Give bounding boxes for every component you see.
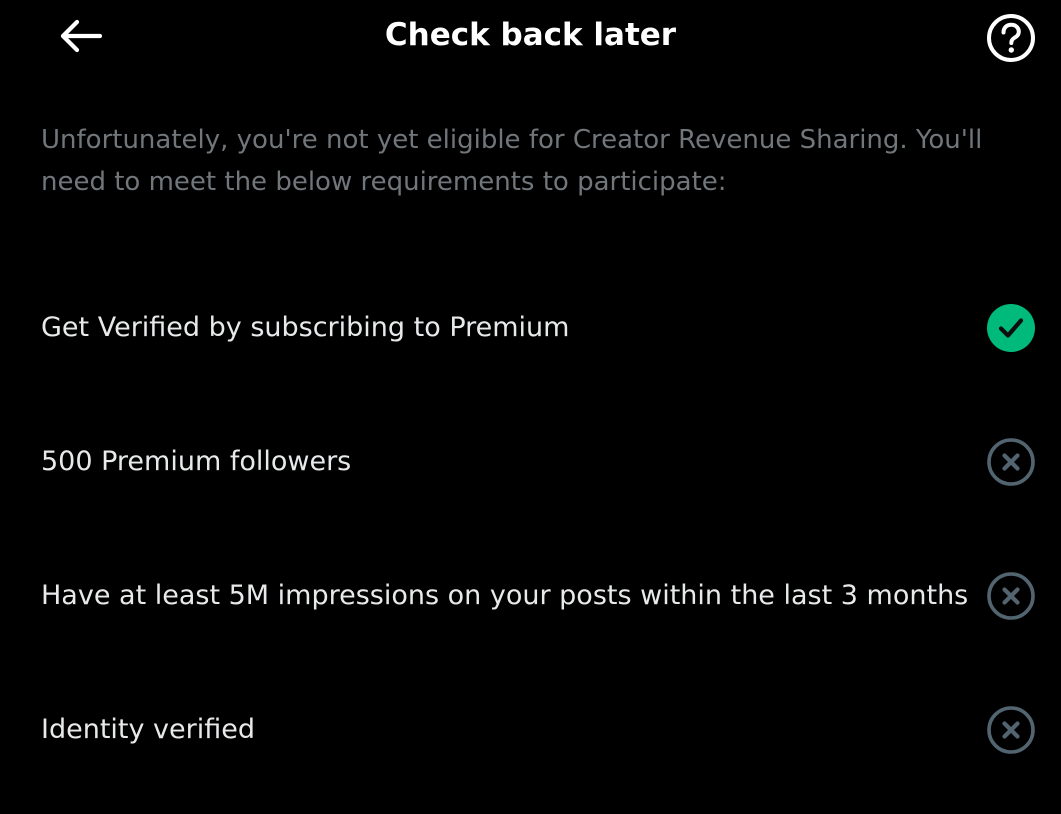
requirements-list: Get Verified by subscribing to Premium 5… xyxy=(0,261,1061,797)
x-circle-icon xyxy=(987,706,1035,754)
requirement-label: Identity verified xyxy=(41,714,256,745)
requirement-item: Identity verified xyxy=(0,663,1061,797)
requirement-item: Have at least 5M impressions on your pos… xyxy=(0,529,1061,663)
page-title: Check back later xyxy=(384,17,677,53)
requirement-label: Have at least 5M impressions on your pos… xyxy=(41,580,969,611)
requirement-item: Get Verified by subscribing to Premium xyxy=(0,261,1061,395)
check-circle-icon xyxy=(987,304,1035,352)
requirement-item: 500 Premium followers xyxy=(0,395,1061,529)
help-button[interactable] xyxy=(982,9,1040,67)
x-circle-icon xyxy=(987,438,1035,486)
eligibility-message: Unfortunately, you're not yet eligible f… xyxy=(41,125,983,197)
requirement-label: Get Verified by subscribing to Premium xyxy=(41,312,570,343)
question-circle-icon xyxy=(987,14,1035,62)
header-bar: Check back later xyxy=(0,0,1061,72)
requirement-label: 500 Premium followers xyxy=(41,446,352,477)
x-circle-icon xyxy=(987,572,1035,620)
